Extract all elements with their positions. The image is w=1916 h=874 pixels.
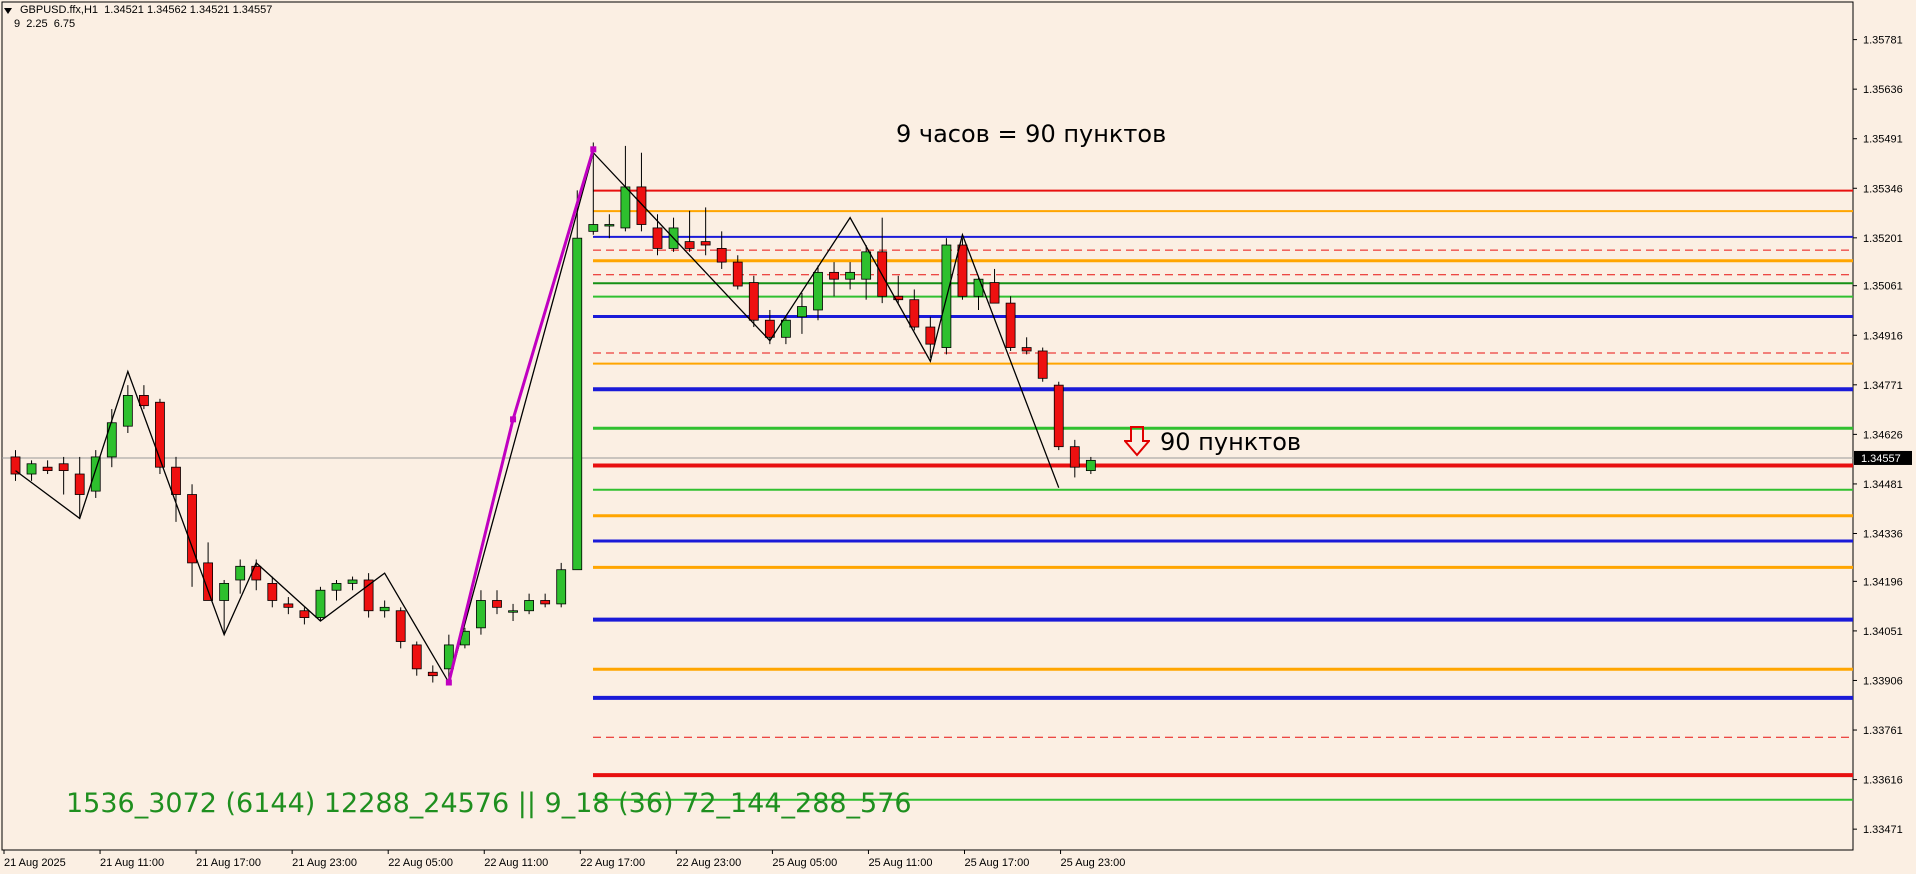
y-tick-label: 1.34196 — [1863, 576, 1903, 588]
y-tick-label: 1.35061 — [1863, 281, 1903, 293]
candle-body — [138, 395, 149, 407]
y-tick-label: 1.34481 — [1863, 479, 1903, 491]
candle-body — [74, 473, 85, 495]
candle-body — [1085, 459, 1096, 472]
candle-body — [989, 282, 1000, 304]
zigzag-node-marker — [590, 146, 597, 153]
x-tick-label: 25 Aug 23:00 — [1061, 857, 1126, 869]
indicator-params: 9 2.25 6.75 — [14, 18, 76, 30]
candle-body — [1005, 302, 1016, 348]
candle-body — [829, 271, 839, 280]
y-tick-label: 1.34051 — [1863, 626, 1903, 638]
candle-body — [781, 319, 791, 338]
x-tick-label: 22 Aug 05:00 — [388, 857, 453, 869]
candle-body — [1037, 350, 1048, 379]
candle-body — [219, 582, 230, 601]
candle-body — [845, 271, 855, 280]
pips-annotation: 90 пунктов — [1160, 428, 1302, 456]
candle-body — [620, 186, 631, 229]
candle-body — [973, 278, 984, 297]
cycle-numbers-annotation: 1536_3072 (6144) 12288_24576 || 9_18 (36… — [66, 788, 912, 819]
y-tick-label: 1.34916 — [1863, 330, 1903, 342]
collapse-triangle-icon[interactable] — [4, 8, 12, 14]
x-tick-label: 21 Aug 2025 — [4, 857, 66, 869]
y-tick-label: 1.35201 — [1863, 233, 1903, 245]
candle-body — [395, 610, 406, 642]
y-tick-label: 1.35346 — [1863, 183, 1903, 195]
candle-body — [813, 271, 823, 311]
candle-body — [122, 395, 133, 427]
candle-body — [379, 606, 390, 612]
candle-body — [652, 227, 663, 249]
y-tick-label: 1.34336 — [1863, 528, 1903, 540]
candle-body — [636, 186, 647, 225]
candle-body — [748, 282, 759, 321]
x-tick-label: 22 Aug 17:00 — [580, 857, 645, 869]
candle-body — [10, 456, 21, 475]
candle-body — [283, 603, 294, 608]
y-tick-label: 1.35491 — [1863, 134, 1903, 146]
candle-body — [42, 466, 53, 472]
candle-body — [700, 241, 711, 246]
candle-body — [732, 261, 743, 287]
zigzag-node-marker — [445, 679, 452, 686]
candle-body — [26, 463, 37, 475]
candle-body — [235, 565, 246, 581]
candle-body — [331, 582, 342, 591]
candle-body — [267, 582, 278, 601]
candle-body — [1021, 347, 1032, 352]
candle-body — [347, 579, 358, 584]
x-tick-label: 25 Aug 17:00 — [965, 857, 1030, 869]
candle-body — [171, 466, 181, 495]
chart-window[interactable]: 1.35781 1.35636 1.35491 1.35346 1.35201 1.350… — [0, 0, 1916, 874]
candle-body — [572, 237, 583, 571]
y-tick-label: 1.34626 — [1863, 429, 1903, 441]
y-tick-label: 1.33616 — [1863, 775, 1903, 787]
candle-body — [861, 251, 872, 280]
y-tick-label: 1.34771 — [1863, 380, 1903, 392]
candle-body — [604, 224, 615, 227]
candle-body — [492, 600, 502, 608]
x-tick-label: 21 Aug 17:00 — [196, 857, 261, 869]
x-tick-label: 25 Aug 11:00 — [868, 857, 932, 869]
candle-body — [508, 610, 518, 613]
candle-body — [90, 456, 101, 492]
candle-body — [909, 299, 920, 328]
y-tick-label: 1.33906 — [1863, 675, 1903, 687]
y-tick-label: 1.35781 — [1863, 35, 1903, 47]
candle-body — [315, 589, 326, 618]
candle-body — [684, 241, 695, 249]
candle-body — [411, 644, 422, 670]
x-tick-label: 22 Aug 11:00 — [484, 857, 548, 869]
x-tick-label: 25 Aug 05:00 — [772, 857, 837, 869]
down-arrow-icon — [1122, 425, 1152, 457]
candle-body — [476, 600, 486, 629]
candle-body — [427, 671, 438, 677]
time-pips-annotation: 9 часов = 90 пунктов — [896, 120, 1167, 148]
y-tick-label: 1.35636 — [1863, 84, 1903, 96]
candle-body — [1053, 384, 1064, 448]
candle-body — [957, 244, 968, 297]
candle-body — [187, 494, 197, 564]
zigzag-node-marker — [510, 416, 517, 423]
current-price-label: 1.34557 — [1861, 453, 1901, 465]
candle-body — [106, 422, 117, 458]
symbol-header: GBPUSD.ffx,H1 1.34521 1.34562 1.34521 1.… — [20, 4, 273, 16]
candle-body — [588, 224, 599, 232]
candle-body — [299, 610, 310, 618]
x-tick-label: 21 Aug 23:00 — [292, 857, 357, 869]
candle-body — [716, 248, 727, 263]
x-tick-label: 22 Aug 23:00 — [676, 857, 741, 869]
y-tick-label: 1.33471 — [1863, 824, 1903, 836]
candle-body — [1069, 446, 1080, 468]
candle-body — [797, 306, 807, 318]
candle-body — [58, 463, 69, 472]
candle-body — [540, 600, 551, 605]
candle-body — [925, 326, 936, 345]
y-tick-label: 1.33761 — [1863, 725, 1903, 737]
x-tick-label: 21 Aug 11:00 — [100, 857, 164, 869]
candle-body — [524, 600, 534, 612]
candle-body — [556, 569, 567, 605]
